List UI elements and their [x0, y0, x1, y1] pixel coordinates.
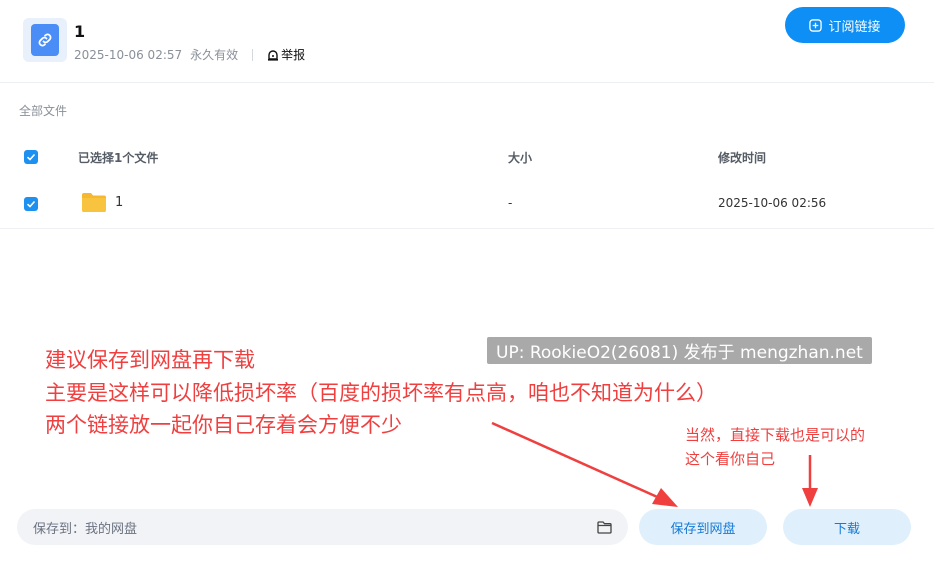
save-path-field[interactable]: 保存到：我的网盘 [17, 509, 628, 545]
download-button[interactable]: 下载 [783, 509, 911, 545]
save-to-drive-button[interactable]: 保存到网盘 [639, 509, 767, 545]
arrow-to-save [491, 421, 678, 507]
arrow-to-download [802, 455, 818, 507]
folder-outline-icon[interactable] [597, 520, 612, 534]
annotation-arrows [491, 421, 818, 507]
save-path-label: 保存到：我的网盘 [33, 521, 138, 537]
